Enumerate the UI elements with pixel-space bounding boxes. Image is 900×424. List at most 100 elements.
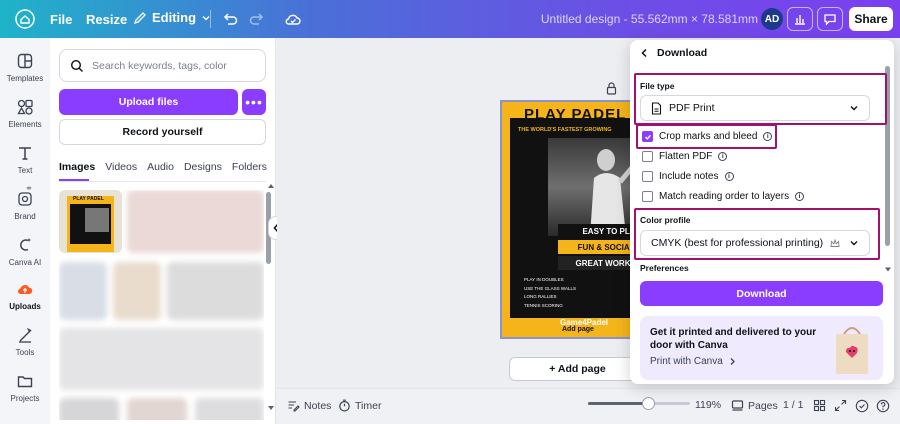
analytics-button[interactable]: [787, 7, 813, 31]
notes-icon: [288, 401, 300, 412]
check-icon[interactable]: [855, 399, 869, 413]
rail-label: Canva AI: [8, 258, 42, 267]
info-icon[interactable]: i: [795, 192, 805, 201]
divider: [210, 10, 211, 28]
grid-view-icon[interactable]: [813, 399, 826, 412]
elements-icon: [17, 99, 33, 115]
help-icon[interactable]: [876, 399, 890, 413]
rail-item-tools[interactable]: Tools: [0, 326, 50, 357]
print-with-canva-link[interactable]: Print with Canva: [650, 356, 736, 367]
print-promo-card[interactable]: Get it printed and delivered to your doo…: [640, 316, 883, 380]
info-icon[interactable]: i: [718, 152, 728, 161]
canva-ai-icon: [20, 238, 31, 251]
timer-label: Timer: [355, 399, 382, 412]
lock-icon[interactable]: [606, 82, 617, 95]
share-button[interactable]: Share: [849, 7, 893, 31]
upload-thumbnail[interactable]: [127, 398, 187, 420]
file-menu[interactable]: File: [50, 12, 72, 27]
page-counter: 1 / 1: [783, 399, 804, 411]
rail-item-projects[interactable]: Projects: [0, 372, 50, 403]
upload-thumbnail-poster[interactable]: PLAY PADEL: [59, 190, 122, 253]
download-button[interactable]: Download: [640, 281, 883, 306]
option-label: Flatten PDF: [659, 151, 713, 162]
poster-footer: Add page: [562, 326, 594, 333]
resize-menu[interactable]: Resize: [86, 12, 127, 27]
tab-audio[interactable]: Audio: [147, 161, 174, 181]
rail-label: Templates: [6, 74, 44, 83]
back-arrow-icon[interactable]: [640, 48, 649, 58]
tab-folders[interactable]: Folders: [232, 161, 267, 181]
more-options-button[interactable]: •••: [242, 89, 266, 115]
comments-button[interactable]: [817, 7, 843, 31]
flatten-pdf-checkbox[interactable]: [642, 151, 653, 162]
rail-item-uploads[interactable]: Uploads: [0, 280, 50, 311]
rail-item-brand[interactable]: Brand: [0, 186, 50, 221]
rail-label: Elements: [8, 120, 42, 129]
tab-designs[interactable]: Designs: [184, 161, 222, 181]
upload-thumbnail[interactable]: [167, 262, 264, 320]
brand-icon: [18, 186, 32, 206]
cloud-saved-icon[interactable]: [284, 10, 302, 28]
file-type-highlight: [634, 73, 887, 125]
notes-button[interactable]: Notes: [287, 399, 331, 412]
scroll-down-icon[interactable]: [884, 266, 892, 273]
upload-thumbnail[interactable]: [127, 190, 264, 253]
tote-bag-icon: [836, 327, 868, 374]
tools-icon: [19, 327, 32, 343]
upload-thumbnail[interactable]: [59, 328, 264, 390]
poster-title: PLAY PADEL: [524, 106, 627, 123]
upload-thumbnail[interactable]: [59, 398, 119, 420]
bar-chart-icon: [795, 15, 805, 25]
home-icon[interactable]: [15, 9, 35, 29]
scroll-down-icon[interactable]: [267, 404, 275, 412]
flatten-pdf-option[interactable]: Flatten PDF i: [642, 151, 728, 162]
preferences-label[interactable]: Preferences: [640, 263, 689, 273]
zoom-value[interactable]: 119%: [695, 399, 721, 411]
bottom-bar: Notes Timer 119% Pages 1 / 1: [277, 388, 900, 424]
promo-link-label: Print with Canva: [650, 356, 723, 367]
record-yourself-button[interactable]: Record yourself: [59, 119, 266, 145]
rail-item-text[interactable]: Text: [0, 144, 50, 175]
rail-label: Brand: [14, 212, 36, 221]
include-notes-option[interactable]: Include notes i: [642, 171, 734, 182]
thumbnail-title: PLAY PADEL: [73, 196, 104, 202]
search-box[interactable]: [59, 49, 266, 82]
search-input[interactable]: [92, 59, 252, 72]
info-icon[interactable]: i: [724, 172, 734, 181]
add-page-button[interactable]: + Add page: [509, 357, 646, 381]
editing-mode-menu[interactable]: Editing: [133, 10, 211, 25]
timer-button[interactable]: Timer: [338, 399, 381, 412]
pages-button[interactable]: Pages: [731, 399, 778, 412]
list-item: TENNIS SCORING: [524, 302, 563, 308]
download-header[interactable]: Download: [640, 47, 707, 59]
tab-videos[interactable]: Videos: [105, 161, 137, 181]
document-title[interactable]: Untitled design - 55.562mm × 78.581mm: [541, 12, 758, 26]
divider: [59, 181, 266, 182]
poster-feature-list: PLAY IN DOUBLES USE THE GLASS WALLS LONG…: [524, 276, 576, 310]
pencil-icon: [133, 11, 146, 24]
match-reading-order-checkbox[interactable]: [642, 191, 653, 202]
tab-images[interactable]: Images: [59, 161, 95, 181]
rail-item-templates[interactable]: Templates: [0, 52, 50, 83]
redo-icon[interactable]: [248, 10, 266, 28]
match-reading-order-option[interactable]: Match reading order to layers i: [642, 191, 805, 202]
include-notes-checkbox[interactable]: [642, 171, 653, 182]
scroll-up-icon[interactable]: [267, 182, 275, 190]
upload-thumbnail[interactable]: [195, 398, 264, 420]
zoom-slider-fill: [588, 402, 649, 405]
rail-item-elements[interactable]: Elements: [0, 98, 50, 129]
templates-icon: [17, 53, 33, 69]
fullscreen-icon[interactable]: [834, 399, 847, 412]
notes-label: Notes: [304, 399, 332, 412]
upload-files-button[interactable]: Upload files: [59, 89, 238, 115]
upload-thumbnail[interactable]: [113, 262, 161, 320]
undo-icon[interactable]: [221, 10, 239, 28]
poster-subtitle: THE WORLD'S FASTEST GROWING: [518, 127, 612, 133]
download-title: Download: [657, 47, 708, 59]
rail-item-canva-ai[interactable]: Canva AI: [0, 236, 50, 267]
list-item: PLAY IN DOUBLES: [524, 277, 564, 282]
upload-thumbnail[interactable]: [59, 262, 107, 320]
timer-icon: [339, 399, 350, 412]
rail-label: Uploads: [9, 302, 41, 311]
avatar[interactable]: AD: [761, 8, 783, 30]
